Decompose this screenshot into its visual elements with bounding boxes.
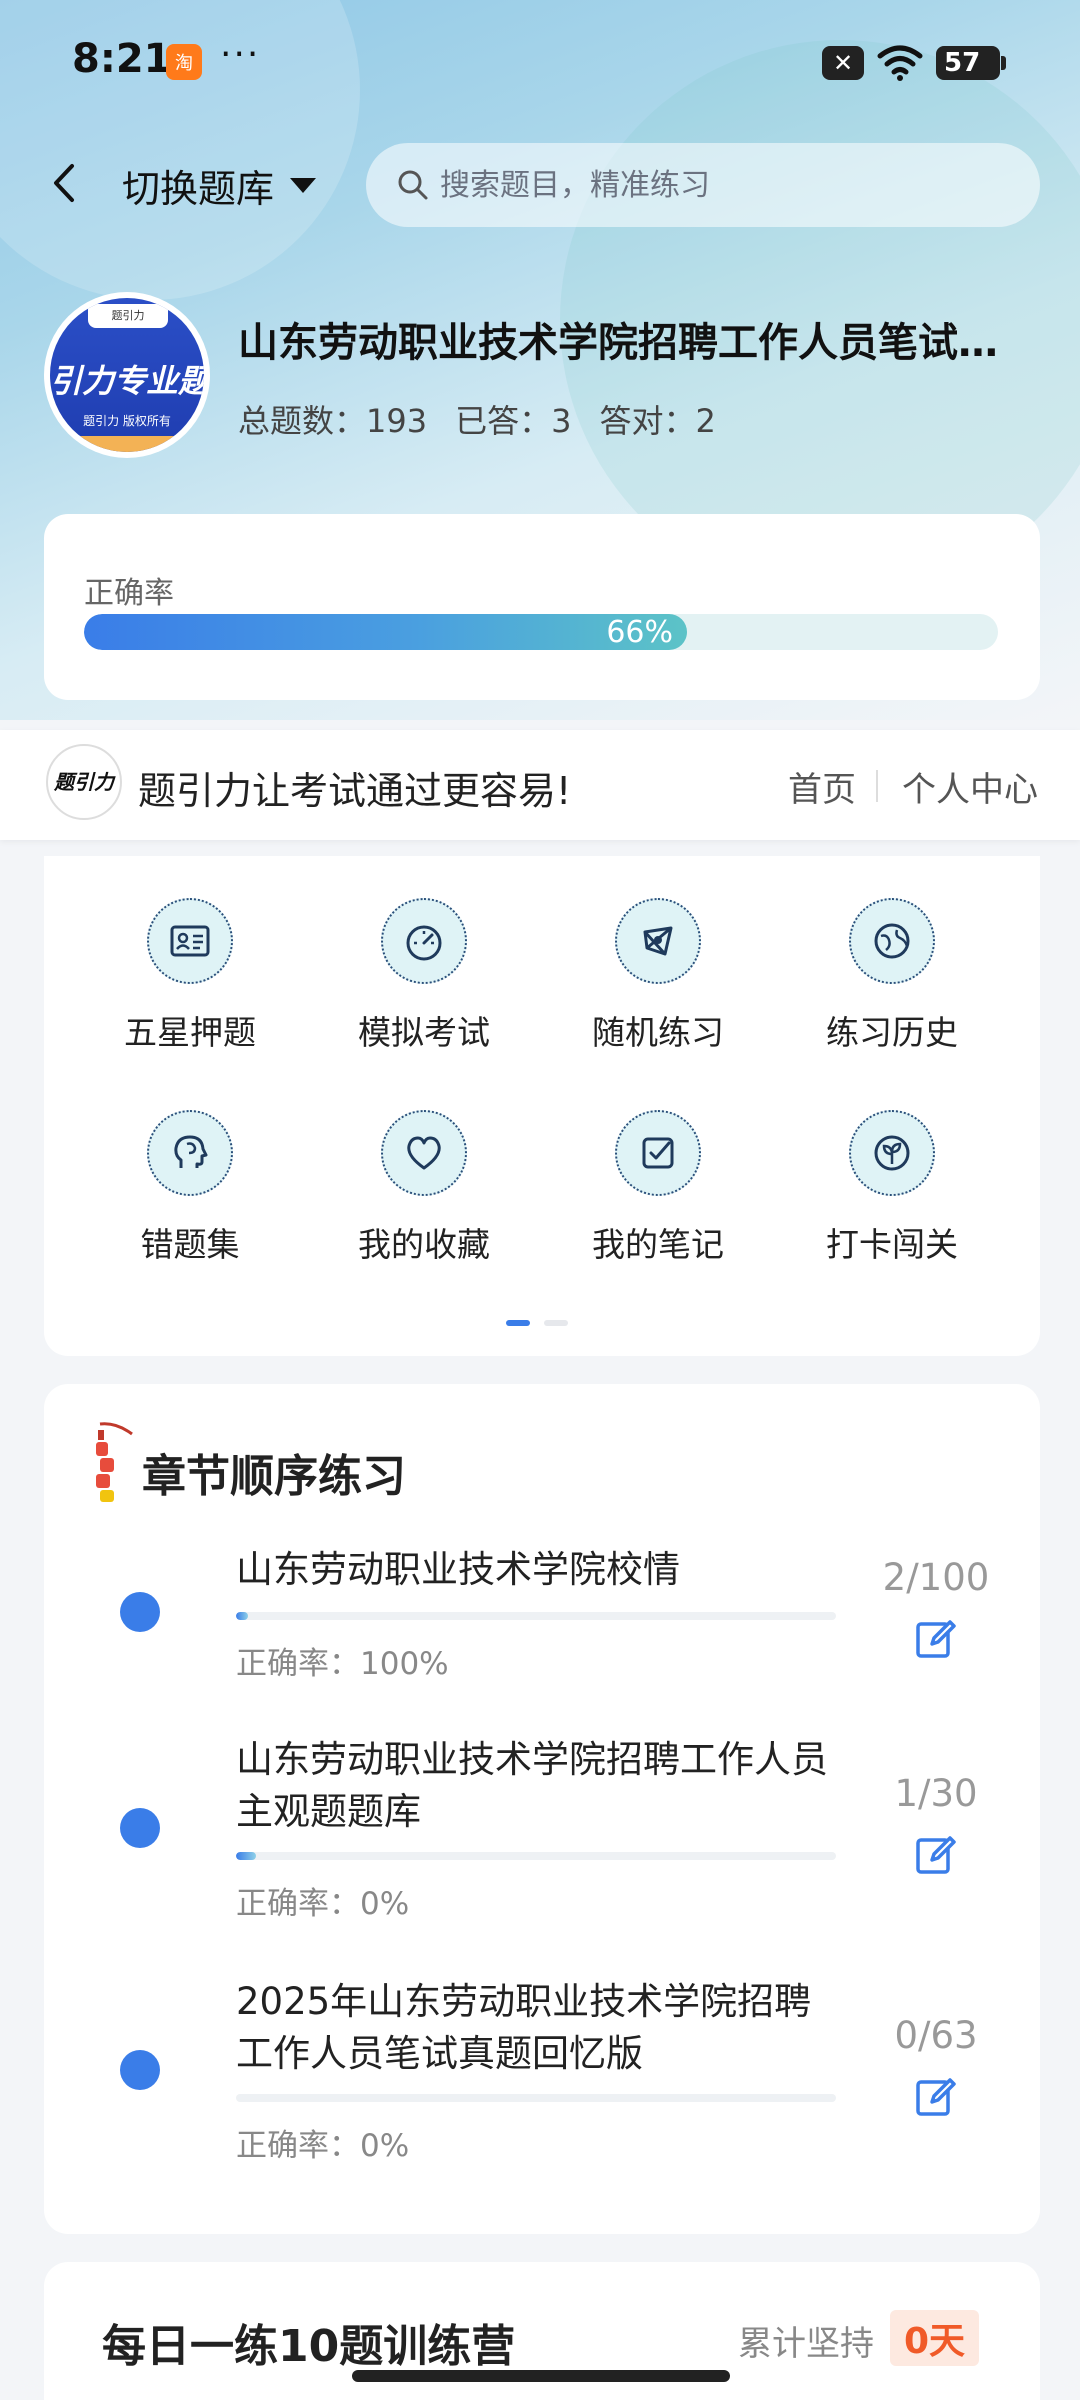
switch-question-bank-button[interactable]: 切换题库 <box>122 158 317 213</box>
feature-notes[interactable]: 我的笔记 <box>558 1110 758 1266</box>
notification-x-icon: ✕ <box>822 46 864 80</box>
feature-practice-history[interactable]: 练习历史 <box>792 898 992 1054</box>
status-time: 8:21 <box>72 36 172 82</box>
chapter-name[interactable]: 山东劳动职业技术学院招聘工作人员 主观题题库 <box>236 1734 836 1838</box>
heart-icon <box>381 1110 467 1196</box>
accuracy-value: 66% <box>606 615 673 650</box>
stat-total: 总题数：193 <box>238 402 428 440</box>
edit-icon[interactable] <box>914 1832 958 1876</box>
cover-tab-label: 题引力 <box>88 304 168 328</box>
brand-logo: 题引力 <box>46 744 122 820</box>
streak-label: 累计坚持 <box>738 2324 874 2364</box>
search-icon <box>398 170 428 200</box>
slogan-text: 题引力让考试通过更容易! <box>138 769 572 813</box>
link-divider <box>876 770 878 802</box>
accuracy-card <box>44 514 1040 700</box>
chapter-name[interactable]: 2025年山东劳动职业技术学院招聘工作人员笔试真题回忆版 <box>236 1976 836 2080</box>
edit-icon[interactable] <box>914 1616 958 1660</box>
stat-correct: 答对：2 <box>599 402 716 440</box>
chapter-accuracy: 正确率：0% <box>236 1886 410 1922</box>
cover-title: 引力专业题 <box>50 362 204 400</box>
chapter-count: 1/30 <box>894 1772 978 1815</box>
back-button[interactable] <box>44 158 84 208</box>
globe-icon <box>849 898 935 984</box>
edit-icon[interactable] <box>914 2074 958 2118</box>
chapter-count: 0/63 <box>894 2014 978 2057</box>
switch-bank-label: 切换题库 <box>122 167 275 211</box>
battery-indicator: 57 <box>936 46 1006 80</box>
search-input[interactable] <box>440 167 1000 203</box>
caret-down-icon <box>290 178 317 193</box>
feature-label: 五星押题 <box>124 1013 256 1052</box>
chapter-accuracy: 正确率：0% <box>236 2128 410 2164</box>
chapter-count: 2/100 <box>882 1556 990 1599</box>
profile-link[interactable]: 个人中心 <box>902 762 1038 811</box>
chapter-progress-fill <box>236 1612 248 1620</box>
accuracy-label: 正确率 <box>84 576 174 611</box>
chapter-accuracy: 正确率：100% <box>236 1646 449 1682</box>
network-icon <box>615 898 701 984</box>
chapter-progress-bar <box>236 1852 836 1860</box>
chapter-bullet <box>120 2050 160 2090</box>
feature-label: 模拟考试 <box>358 1013 490 1052</box>
more-notifications-icon: ··· <box>220 34 261 75</box>
chapter-progress-bar <box>236 2094 836 2102</box>
feature-label: 练习历史 <box>826 1013 958 1052</box>
feature-random-practice[interactable]: 随机练习 <box>558 898 758 1054</box>
chapter-name[interactable]: 山东劳动职业技术学院校情 <box>236 1544 836 1596</box>
feature-label: 打卡闯关 <box>826 1225 958 1264</box>
brand-logo-text: 题引力 <box>54 770 114 794</box>
chapter-section-title: 章节顺序练习 <box>142 1451 406 1502</box>
question-bank-stats: 总题数：193 已答：3 答对：2 <box>238 396 716 442</box>
chapter-bullet <box>120 1808 160 1848</box>
leaf-icon <box>849 1110 935 1196</box>
firecracker-icon <box>96 1422 133 1502</box>
feature-favorites[interactable]: 我的收藏 <box>324 1110 524 1266</box>
checkbox-icon <box>615 1110 701 1196</box>
chapter-bullet <box>120 1592 160 1632</box>
head-icon <box>147 1110 233 1196</box>
page-indicator <box>506 1320 568 1326</box>
streak-days-badge: 0天 <box>890 2310 980 2366</box>
home-indicator[interactable] <box>352 2370 730 2382</box>
feature-label: 随机练习 <box>592 1013 724 1052</box>
feature-five-star[interactable]: 五星押题 <box>90 898 290 1054</box>
search-bar[interactable] <box>366 143 1040 227</box>
question-bank-title: 山东劳动职业技术学院招聘工作人员笔试题库 <box>238 320 1018 366</box>
page-dot <box>544 1320 568 1326</box>
chapter-progress-bar <box>236 1612 836 1620</box>
stat-answered: 已答：3 <box>455 402 572 440</box>
feature-mock-exam[interactable]: 模拟考试 <box>324 898 524 1054</box>
daily-camp-title: 每日一练10题训练营 <box>102 2321 516 2372</box>
feature-label: 我的笔记 <box>592 1225 724 1264</box>
feature-label: 我的收藏 <box>358 1225 490 1264</box>
feature-check-in[interactable]: 打卡闯关 <box>792 1110 992 1266</box>
wifi-icon <box>877 45 923 81</box>
accuracy-progress-bar: 66% <box>84 614 998 650</box>
home-link[interactable]: 首页 <box>788 762 856 811</box>
feature-label: 错题集 <box>140 1225 240 1264</box>
question-bank-cover: 题引力 引力专业题 题引力 版权所有 <box>44 292 210 458</box>
id-card-icon <box>147 898 233 984</box>
cover-copyright: 题引力 版权所有 <box>83 414 171 428</box>
page-dot-active <box>506 1320 530 1326</box>
taobao-app-icon: 淘 <box>166 44 202 80</box>
chapter-progress-fill <box>236 1852 256 1860</box>
speedometer-icon <box>381 898 467 984</box>
feature-wrong-questions[interactable]: 错题集 <box>90 1110 290 1266</box>
